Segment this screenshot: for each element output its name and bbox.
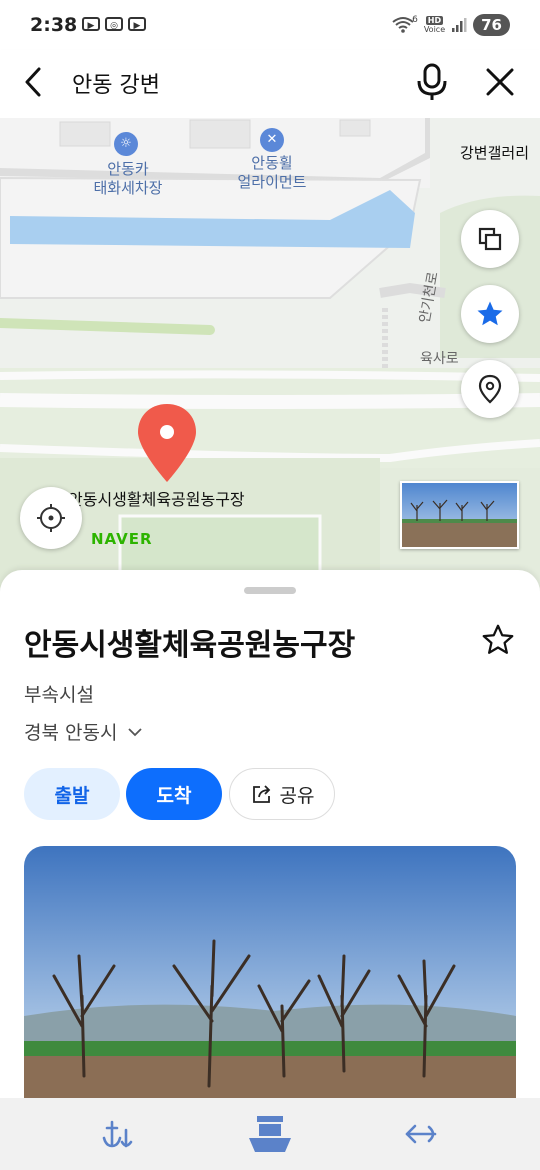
layers-icon: [478, 227, 502, 251]
region-text: 경북 안동시: [24, 722, 118, 744]
share-icon: [252, 785, 270, 803]
notification-icons: ▶ ◎ ▶: [82, 17, 146, 31]
share-label: 공유: [279, 784, 315, 807]
wheel-alignment-poi-label[interactable]: 안동휠 얼라이먼트: [222, 154, 322, 192]
system-navigation-bar: [0, 1098, 540, 1170]
status-time: 2:38: [30, 14, 78, 36]
nav-home-button[interactable]: [246, 1112, 294, 1156]
place-category: 부속시설: [24, 684, 94, 706]
sheet-drag-handle[interactable]: [244, 587, 296, 594]
nav-left-button[interactable]: [96, 1112, 140, 1156]
carwash-poi-icon[interactable]: ☼: [114, 132, 138, 156]
anchor-icon: [102, 1120, 133, 1148]
wrench-poi-icon[interactable]: ✕: [260, 128, 284, 152]
hd-voice-icon: HD Voice: [423, 16, 446, 34]
star-outline-icon: [482, 624, 514, 654]
map-layers-button[interactable]: [461, 210, 519, 268]
crosshair-icon: [37, 504, 65, 532]
favorites-button[interactable]: [461, 285, 519, 343]
signal-icon: [452, 18, 467, 32]
back-button[interactable]: [18, 64, 50, 100]
wifi-icon: [392, 17, 414, 33]
place-title: 안동시생활체육공원농구장: [24, 628, 356, 663]
youtube-icon: ▶: [128, 17, 146, 31]
nav-back-button[interactable]: [400, 1112, 444, 1156]
place-region[interactable]: 경북 안동시: [24, 718, 143, 745]
selected-place-marker[interactable]: [135, 402, 199, 488]
chevron-down-icon: [128, 727, 143, 736]
back-arrow-icon: [25, 67, 41, 97]
arrive-route-button[interactable]: 도착: [126, 768, 222, 820]
current-location-button[interactable]: [20, 487, 82, 549]
status-bar: 2:38 ▶ ◎ ▶ 6 HD Voice 76: [0, 0, 540, 50]
share-button[interactable]: 공유: [229, 768, 335, 820]
wifi-badge: 6: [412, 15, 418, 25]
star-filled-icon: [477, 301, 503, 326]
street-view-thumbnail[interactable]: [400, 481, 519, 549]
map-view[interactable]: ☼ 안동카 태화세차장 ✕ 안동휠 얼라이먼트 강변갤러리 안기천로 육사로 안동시…: [0, 118, 540, 588]
street-view-image: [402, 483, 517, 547]
map-pin-icon: [478, 374, 502, 404]
road-label-yuksa: 육사로: [420, 351, 459, 367]
naver-logo: NAVER: [91, 530, 153, 548]
battery-indicator: 76: [473, 14, 510, 36]
back-arrow-nav-icon: [405, 1124, 437, 1144]
search-bar: 안동 강변: [0, 50, 540, 118]
ship-icon: [249, 1116, 291, 1152]
youtube-icon: ▶: [82, 17, 100, 31]
close-icon: [486, 68, 514, 96]
location-pin-button[interactable]: [461, 360, 519, 418]
pin-place-label[interactable]: 안동시생활체육공원농구장: [68, 490, 245, 509]
red-pin-icon: [138, 404, 196, 482]
microphone-icon: [417, 63, 447, 100]
place-detail-sheet: 안동시생활체육공원농구장 부속시설 경북 안동시 출발 도착 공유: [0, 570, 540, 1146]
search-query[interactable]: 안동 강변: [72, 67, 160, 99]
screenshot-icon: ◎: [105, 17, 123, 31]
voice-search-button[interactable]: [414, 62, 450, 102]
save-place-button[interactable]: [480, 622, 516, 658]
start-route-button[interactable]: 출발: [24, 768, 120, 820]
gallery-poi-label[interactable]: 강변갤러리: [460, 144, 529, 163]
clear-search-button[interactable]: [480, 62, 520, 102]
carwash-poi-label[interactable]: 안동카 태화세차장: [78, 160, 178, 198]
